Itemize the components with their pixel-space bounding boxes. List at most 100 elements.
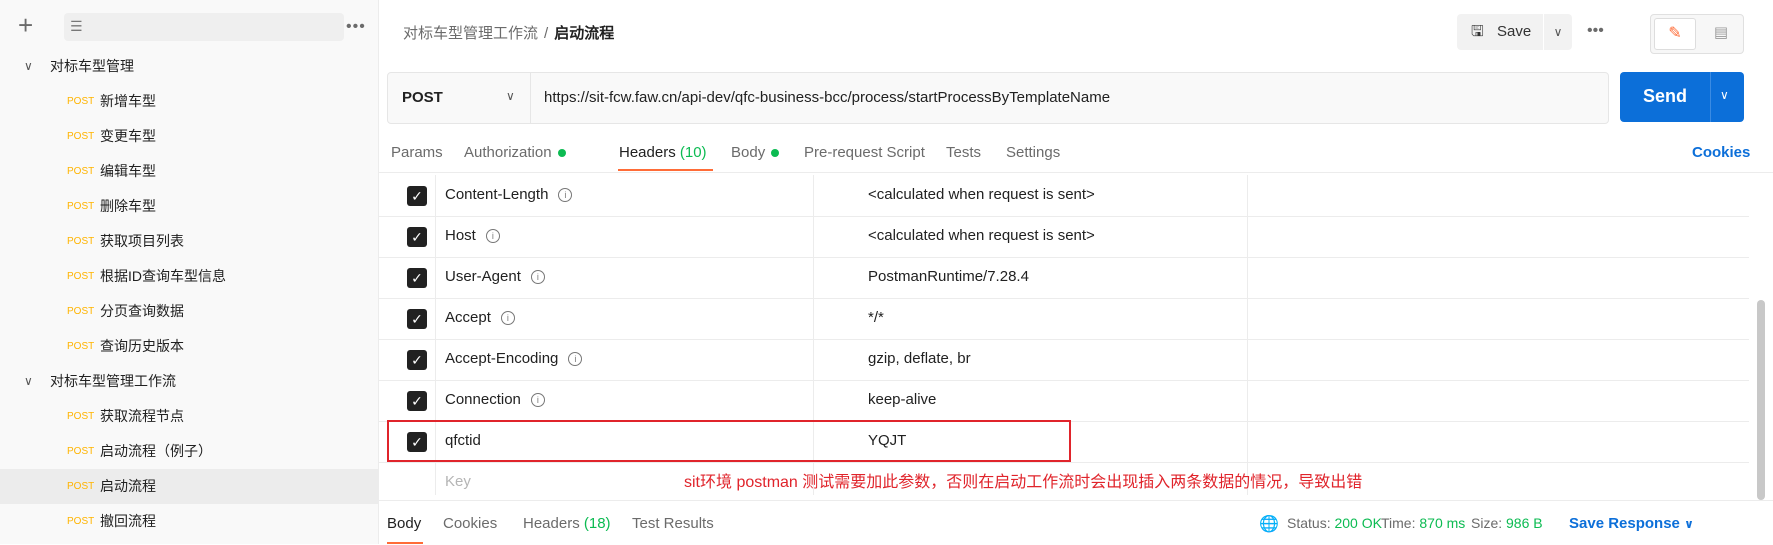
- globe-icon[interactable]: 🌐: [1259, 514, 1279, 534]
- header-key[interactable]: Host i: [445, 227, 500, 244]
- chevron-down-icon: ∨: [24, 59, 33, 73]
- request-label: 获取项目列表: [100, 233, 184, 249]
- plus-icon[interactable]: +: [18, 12, 33, 38]
- breadcrumb-current[interactable]: 启动流程: [554, 25, 614, 42]
- breadcrumb-parent[interactable]: 对标车型管理工作流: [403, 25, 538, 42]
- header-key-text: Accept: [445, 309, 491, 326]
- checkbox[interactable]: ✓: [407, 186, 427, 206]
- sidebar-request-item[interactable]: POST 编辑车型: [0, 154, 378, 189]
- response-tab-test-results[interactable]: Test Results: [632, 515, 714, 532]
- request-label: 删除车型: [100, 198, 156, 214]
- header-key[interactable]: Accept-Encoding i: [445, 350, 583, 367]
- checkbox[interactable]: ✓: [407, 309, 427, 329]
- info-icon[interactable]: i: [558, 188, 573, 203]
- method-tag: POST: [67, 166, 95, 177]
- header-value[interactable]: <calculated when request is sent>: [868, 227, 1095, 244]
- header-key[interactable]: User-Agent i: [445, 268, 545, 285]
- response-tab-headers[interactable]: Headers (18): [523, 515, 611, 532]
- sidebar-request-item[interactable]: POST 获取流程节点: [0, 399, 378, 434]
- sidebar-folder[interactable]: ∨ 对标车型管理: [0, 49, 378, 84]
- checkbox[interactable]: ✓: [407, 227, 427, 247]
- send-button[interactable]: Send ∨: [1620, 72, 1744, 122]
- tab-body[interactable]: Body: [731, 144, 780, 161]
- save-button[interactable]: 🖫 Save: [1457, 14, 1543, 50]
- table-row: ✓ User-Agent i PostmanRuntime/7.28.4: [379, 257, 1749, 299]
- chevron-down-icon: ∨: [506, 89, 515, 103]
- status-dot-icon: [557, 149, 566, 158]
- sidebar-request-item[interactable]: POST 删除车型: [0, 189, 378, 224]
- info-icon[interactable]: i: [485, 229, 500, 244]
- pencil-icon[interactable]: ✎: [1654, 18, 1696, 50]
- sidebar-request-item[interactable]: POST 启动流程（例子）: [0, 434, 378, 469]
- time-label: Time:: [1381, 515, 1416, 531]
- sidebar-filter-input[interactable]: ☰: [64, 13, 344, 41]
- method-tag: POST: [67, 236, 95, 247]
- request-label: 撤回流程: [100, 513, 156, 529]
- size-label: Size:: [1471, 515, 1503, 531]
- header-value[interactable]: <calculated when request is sent>: [868, 186, 1095, 203]
- header-value[interactable]: PostmanRuntime/7.28.4: [868, 268, 1029, 285]
- header-key[interactable]: Accept i: [445, 309, 515, 326]
- time-value: 870 ms: [1419, 515, 1466, 531]
- more-icon[interactable]: •••: [1587, 22, 1604, 40]
- info-icon[interactable]: i: [500, 311, 515, 326]
- sidebar-request-item[interactable]: POST 获取项目列表: [0, 224, 378, 259]
- tab-label: Body: [731, 144, 766, 161]
- chevron-down-icon[interactable]: ∨: [1720, 88, 1729, 102]
- header-value[interactable]: */*: [868, 309, 884, 326]
- response-tab-cookies[interactable]: Cookies: [443, 515, 497, 532]
- tab-authorization[interactable]: Authorization: [464, 144, 566, 161]
- more-icon[interactable]: •••: [346, 18, 366, 36]
- new-key-input[interactable]: Key: [445, 473, 471, 490]
- info-icon[interactable]: i: [568, 352, 583, 367]
- sidebar-request-item[interactable]: POST 分页查询数据: [0, 294, 378, 329]
- save-label: Save: [1497, 23, 1532, 40]
- comment-icon[interactable]: ▤: [1703, 18, 1739, 48]
- sidebar-request-item[interactable]: POST 撤回流程: [0, 504, 378, 539]
- tab-count: (10): [679, 144, 707, 161]
- method-select[interactable]: POST ∨: [388, 73, 531, 123]
- sidebar: + ☰ ••• ∨ 对标车型管理 POST 新增车型 POST 变更车型 POS…: [0, 0, 379, 544]
- scrollbar[interactable]: [1757, 300, 1765, 500]
- sidebar-request-item[interactable]: POST 新增车型: [0, 84, 378, 119]
- method-value: POST: [402, 89, 443, 106]
- sidebar-request-item-selected[interactable]: POST 启动流程: [0, 469, 378, 504]
- url-input[interactable]: https://sit-fcw.faw.cn/api-dev/qfc-busin…: [544, 89, 1110, 106]
- sidebar-request-item[interactable]: POST 根据ID查询车型信息: [0, 259, 378, 294]
- response-tab-body[interactable]: Body: [387, 515, 421, 532]
- tab-tests[interactable]: Tests: [946, 144, 981, 161]
- tab-settings[interactable]: Settings: [1006, 144, 1060, 161]
- header-value[interactable]: keep-alive: [868, 391, 936, 408]
- header-key[interactable]: Connection i: [445, 391, 545, 408]
- url-bar: POST ∨ https://sit-fcw.faw.cn/api-dev/qf…: [387, 72, 1609, 124]
- cookies-link[interactable]: Cookies: [1692, 144, 1750, 161]
- sidebar-folder[interactable]: ∨ 对标车型管理工作流: [0, 364, 378, 399]
- checkbox[interactable]: ✓: [407, 268, 427, 288]
- save-response-button[interactable]: Save Response ∨: [1569, 515, 1694, 532]
- tab-label: Headers: [523, 515, 580, 532]
- chevron-down-icon: ∨: [1553, 25, 1563, 39]
- table-row: ✓ Accept i */*: [379, 298, 1749, 340]
- header-key-text: Accept-Encoding: [445, 350, 559, 367]
- header-key-text: Host: [445, 227, 476, 244]
- request-label: 新增车型: [100, 93, 156, 109]
- save-dropdown-button[interactable]: ∨: [1544, 14, 1572, 50]
- info-icon[interactable]: i: [530, 393, 545, 408]
- tab-prerequest-script[interactable]: Pre-request Script: [804, 144, 925, 161]
- sidebar-request-item[interactable]: POST 查询历史版本: [0, 329, 378, 364]
- highlight-box: [387, 420, 1071, 462]
- tab-params[interactable]: Params: [391, 144, 443, 161]
- checkbox[interactable]: ✓: [407, 350, 427, 370]
- tab-headers[interactable]: Headers (10): [619, 144, 707, 161]
- folder-label: 对标车型管理: [50, 58, 134, 74]
- request-label: 编辑车型: [100, 163, 156, 179]
- header-value[interactable]: gzip, deflate, br: [868, 350, 971, 367]
- sidebar-request-item[interactable]: POST 变更车型: [0, 119, 378, 154]
- info-icon[interactable]: i: [530, 270, 545, 285]
- request-label: 变更车型: [100, 128, 156, 144]
- chevron-down-icon: ∨: [24, 374, 33, 388]
- table-row: ✓ Content-Length i <calculated when reque…: [379, 175, 1749, 217]
- header-key[interactable]: Content-Length i: [445, 186, 573, 203]
- checkbox[interactable]: ✓: [407, 391, 427, 411]
- status-label: Status:: [1287, 515, 1331, 531]
